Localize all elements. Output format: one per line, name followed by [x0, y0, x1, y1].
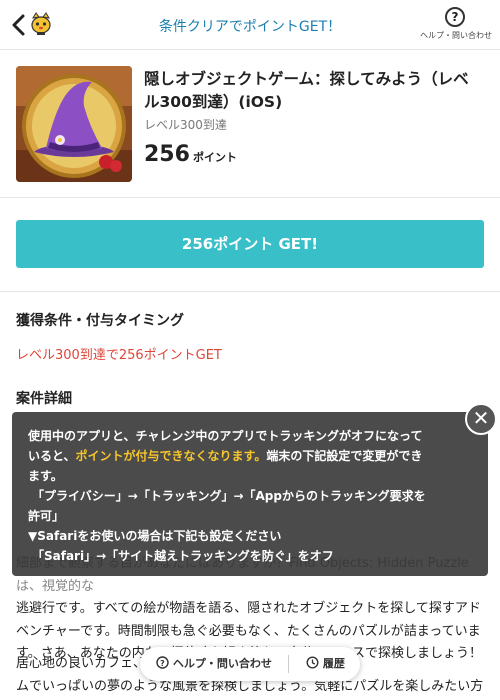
notice-highlight: ポイントが付与できなくなります。: [75, 449, 267, 463]
history-icon: [306, 656, 319, 669]
svg-text:?: ?: [160, 659, 165, 668]
app-thumbnail: [16, 66, 132, 182]
notice-line: いると、ポイントが付与できなくなります。端末の下記設定で変更ができ: [28, 446, 472, 466]
header: 条件クリアでポイントGET！ ? ヘルプ・問い合わせ: [0, 0, 500, 50]
notice-line: 許可」: [28, 509, 65, 523]
history-button[interactable]: 履歴: [306, 647, 345, 681]
notice-line: ▼Safariをお使いの場合は下記も設定ください: [28, 529, 282, 543]
divider: [288, 655, 289, 673]
details-line: 逃避行です。すべての絵が物語を語る、隠されたオブジェクトを探して探すアド: [16, 601, 481, 616]
help-button[interactable]: ? ヘルプ・問い合わせ: [420, 7, 492, 41]
notice-line: 「Safari」→「サイト越えトラッキングを防ぐ」をオフ: [32, 549, 334, 563]
app-subtitle: レベル300到達: [144, 118, 227, 132]
notice-line: 使用中のアプリと、チャレンジ中のアプリでトラッキングがオフになって: [28, 429, 423, 443]
bottom-floating-bar: ? ヘルプ・問い合わせ 履歴: [140, 647, 360, 681]
get-points-button[interactable]: 256ポイント GET!: [16, 220, 484, 268]
details-line: ベンチャーです。時間制限も急ぐ必要もなく、たくさんのパズルが詰まっていま: [16, 623, 481, 639]
bottom-help-label: ヘルプ・問い合わせ: [172, 657, 272, 670]
conditions-heading: 獲得条件・付与タイミング: [16, 313, 184, 329]
conditions-section: 獲得条件・付与タイミング レベル300到達で256ポイントGET: [16, 310, 484, 363]
cta-section: 256ポイント GET!: [0, 198, 500, 292]
history-label: 履歴: [322, 657, 345, 670]
product-card: 隠しオブジェクトゲーム：探してみよう（レベル300到達）(iOS) レベル300…: [0, 50, 500, 198]
points-unit: ポイント: [192, 151, 237, 164]
notice-text: いると、: [28, 449, 76, 463]
help-icon: ?: [445, 7, 465, 27]
help-label: ヘルプ・問い合わせ: [420, 31, 492, 40]
bottom-help-button[interactable]: ? ヘルプ・問い合わせ: [156, 647, 272, 681]
points-number: 256: [144, 142, 190, 167]
details-section: 案件詳細: [16, 388, 484, 408]
tracking-notice: 使用中のアプリと、チャレンジ中のアプリでトラッキングがオフになって いると、ポイ…: [12, 412, 488, 576]
conditions-text: レベル300到達で256ポイントGET: [16, 348, 222, 363]
close-icon[interactable]: ✕: [465, 403, 497, 435]
witch-hat-image: [16, 66, 132, 182]
notice-line: 「プライバシー」→「トラッキング」→「Appからのトラッキング要求を: [32, 489, 426, 503]
points-value: 256 ポイント: [144, 142, 237, 167]
help-circle-icon: ?: [156, 656, 169, 669]
notice-line: ます。: [28, 469, 63, 483]
notice-text: 端末の下記設定で変更ができ: [266, 449, 423, 463]
details-heading: 案件詳細: [16, 391, 72, 407]
app-title: 隠しオブジェクトゲーム：探してみよう（レベル300到達）(iOS): [144, 70, 469, 111]
